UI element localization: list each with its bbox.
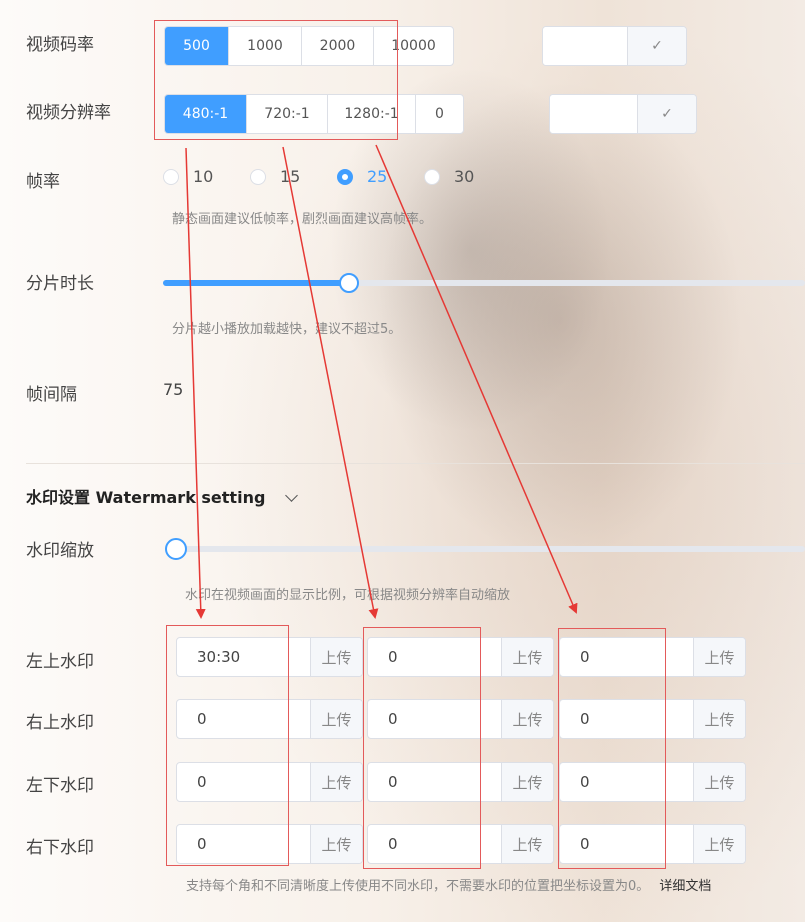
resolution-custom-input-group: ✓ <box>549 94 697 134</box>
watermark-coord-input[interactable]: 0 <box>368 825 501 863</box>
watermark-row-label-top-left: 左上水印 <box>26 652 94 672</box>
watermark-section-header[interactable]: 水印设置 Watermark setting <box>26 484 299 508</box>
radio-checked-icon <box>337 168 353 185</box>
radio-icon <box>424 168 440 185</box>
watermark-input-group: 0 上传 <box>559 637 746 677</box>
framerate-radio-10[interactable]: 10 <box>163 167 213 186</box>
watermark-input-group: 0 上传 <box>367 824 554 864</box>
bitrate-option-500[interactable]: 500 <box>165 27 228 65</box>
watermark-input-group: 0 上传 <box>176 824 363 864</box>
framerate-radio-15[interactable]: 15 <box>250 167 300 186</box>
watermark-section-title: 水印设置 Watermark setting <box>26 488 266 507</box>
watermark-row-label-top-right: 右上水印 <box>26 713 94 733</box>
check-icon: ✓ <box>651 38 663 54</box>
bitrate-custom-input-group: ✓ <box>542 26 687 66</box>
upload-button[interactable]: 上传 <box>501 700 553 738</box>
watermark-scale-hint: 水印在视频画面的显示比例，可根据视频分辨率自动缩放 <box>185 588 511 603</box>
watermark-input-group: 0 上传 <box>559 699 746 739</box>
watermark-input-group: 30:30 上传 <box>176 637 363 677</box>
bitrate-button-group: 500 1000 2000 10000 <box>164 26 454 66</box>
section-divider <box>26 463 805 464</box>
watermark-scale-slider-track[interactable] <box>175 546 805 552</box>
upload-button[interactable]: 上传 <box>310 700 362 738</box>
bitrate-option-2000[interactable]: 2000 <box>301 27 373 65</box>
resolution-option-720[interactable]: 720:-1 <box>246 95 327 133</box>
upload-button[interactable]: 上传 <box>501 763 553 801</box>
segment-slider-fill <box>163 280 350 286</box>
bitrate-label: 视频码率 <box>26 35 94 55</box>
watermark-coord-input[interactable]: 0 <box>560 825 693 863</box>
radio-icon <box>250 168 266 185</box>
segment-hint: 分片越小播放加载越快，建议不超过5。 <box>172 322 402 337</box>
check-icon: ✓ <box>661 106 673 122</box>
upload-button[interactable]: 上传 <box>501 638 553 676</box>
watermark-row-label-bottom-left: 左下水印 <box>26 776 94 796</box>
watermark-coord-input[interactable]: 0 <box>560 638 693 676</box>
bitrate-custom-input[interactable] <box>543 27 627 65</box>
upload-button[interactable]: 上传 <box>693 825 745 863</box>
watermark-coord-input[interactable]: 0 <box>177 825 310 863</box>
watermark-coord-input[interactable]: 0 <box>368 638 501 676</box>
radio-icon <box>163 168 179 185</box>
upload-button[interactable]: 上传 <box>310 825 362 863</box>
bitrate-option-10000[interactable]: 10000 <box>373 27 453 65</box>
segment-label: 分片时长 <box>26 274 94 294</box>
watermark-coord-input[interactable]: 0 <box>560 763 693 801</box>
watermark-footer-hint: 支持每个角和不同清晰度上传使用不同水印，不需要水印的位置把坐标设置为0。 详细文… <box>186 879 712 894</box>
watermark-input-group: 0 上传 <box>367 762 554 802</box>
upload-button[interactable]: 上传 <box>693 763 745 801</box>
upload-button[interactable]: 上传 <box>310 638 362 676</box>
framerate-label: 帧率 <box>26 172 60 192</box>
bitrate-option-1000[interactable]: 1000 <box>228 27 301 65</box>
resolution-confirm-button[interactable]: ✓ <box>637 95 696 133</box>
watermark-coord-input[interactable]: 0 <box>177 763 310 801</box>
upload-button[interactable]: 上传 <box>693 700 745 738</box>
keyframe-value: 75 <box>163 380 184 399</box>
watermark-scale-slider-handle[interactable] <box>165 538 187 560</box>
resolution-option-480[interactable]: 480:-1 <box>165 95 246 133</box>
framerate-radio-30[interactable]: 30 <box>424 167 474 186</box>
watermark-input-group: 0 上传 <box>176 762 363 802</box>
watermark-coord-input[interactable]: 0 <box>368 700 501 738</box>
bitrate-confirm-button[interactable]: ✓ <box>627 27 686 65</box>
resolution-option-0[interactable]: 0 <box>415 95 463 133</box>
doc-link[interactable]: 详细文档 <box>659 879 711 894</box>
upload-button[interactable]: 上传 <box>501 825 553 863</box>
resolution-option-1280[interactable]: 1280:-1 <box>327 95 415 133</box>
watermark-input-group: 0 上传 <box>176 699 363 739</box>
watermark-input-group: 0 上传 <box>559 824 746 864</box>
watermark-input-group: 0 上传 <box>559 762 746 802</box>
watermark-coord-input[interactable]: 0 <box>177 700 310 738</box>
watermark-coord-input[interactable]: 0 <box>560 700 693 738</box>
upload-button[interactable]: 上传 <box>693 638 745 676</box>
chevron-down-icon <box>285 485 299 504</box>
framerate-hint: 静态画面建议低帧率，剧烈画面建议高帧率。 <box>172 212 433 227</box>
watermark-scale-label: 水印缩放 <box>26 541 94 561</box>
watermark-input-group: 0 上传 <box>367 637 554 677</box>
watermark-coord-input[interactable]: 30:30 <box>177 638 310 676</box>
watermark-row-label-bottom-right: 右下水印 <box>26 838 94 858</box>
resolution-button-group: 480:-1 720:-1 1280:-1 0 <box>164 94 464 134</box>
upload-button[interactable]: 上传 <box>310 763 362 801</box>
resolution-label: 视频分辨率 <box>26 103 111 123</box>
framerate-radio-25[interactable]: 25 <box>337 167 387 186</box>
watermark-coord-input[interactable]: 0 <box>368 763 501 801</box>
keyframe-label: 帧间隔 <box>26 385 77 405</box>
watermark-input-group: 0 上传 <box>367 699 554 739</box>
resolution-custom-input[interactable] <box>550 95 637 133</box>
